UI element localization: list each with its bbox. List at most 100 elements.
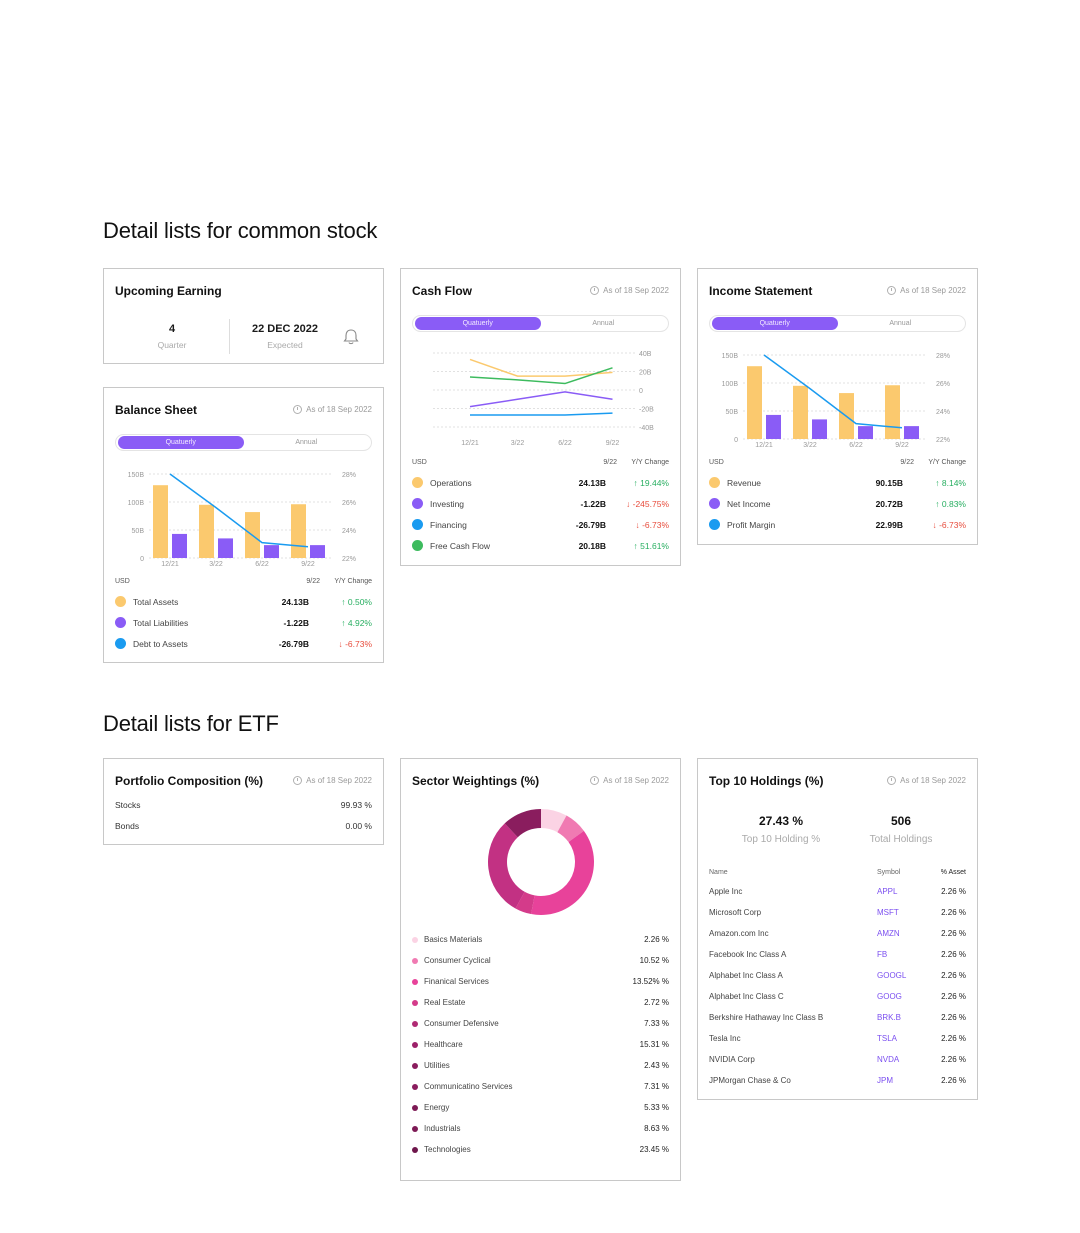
sector-value: 2.43 % [644, 1061, 669, 1070]
holding-asset: 2.26 % [941, 992, 966, 1001]
sector-label: Finanical Services [424, 977, 489, 986]
upcoming-earning-title: Upcoming Earning [115, 284, 222, 298]
section-title-etf: Detail lists for ETF [103, 711, 279, 736]
holding-row[interactable]: Microsoft Corp MSFT 2.26 % [709, 908, 966, 920]
quarter-value: 4 [168, 323, 176, 335]
metric-label: Total Assets [133, 597, 179, 607]
holding-row[interactable]: JPMorgan Chase & Co JPM 2.26 % [709, 1076, 966, 1088]
sector-value: 2.72 % [644, 998, 669, 1007]
legend-dot [412, 1126, 418, 1132]
sector-value: 15.31 % [639, 1040, 669, 1049]
holding-name: NVIDIA Corp [709, 1055, 755, 1064]
metric-row: Net Income 20.72B ↑ 0.83% [709, 497, 966, 511]
metric-change: ↑ 19.44% [633, 478, 669, 488]
holding-symbol[interactable]: GOOG [877, 992, 902, 1001]
expected-value: 22 DEC 2022 [251, 323, 319, 335]
metric-row: Debt to Assets -26.79B ↓ -6.73% [115, 637, 372, 651]
sector-value: 13.52% % [632, 977, 669, 986]
metric-label: Financing [430, 520, 467, 530]
holding-asset: 2.26 % [941, 929, 966, 938]
metric-row: Total Liabilities -1.22B ↑ 4.92% [115, 616, 372, 630]
holding-row[interactable]: Facebook Inc Class A FB 2.26 % [709, 950, 966, 962]
metric-label: Total Liabilities [133, 618, 189, 628]
composition-label: Bonds [115, 821, 140, 831]
top-holdings-card: Top 10 Holdings (%) As of 18 Sep 2022 27… [697, 758, 978, 1100]
holding-symbol[interactable]: NVDA [877, 1055, 899, 1064]
metric-value: -1.22B [283, 618, 309, 628]
divider [229, 319, 230, 354]
bell-icon[interactable] [343, 328, 359, 346]
legend-dot [709, 519, 720, 530]
sector-value: 8.63 % [644, 1124, 669, 1133]
holding-row[interactable]: Amazon.com Inc AMZN 2.26 % [709, 929, 966, 941]
metric-label: Profit Margin [727, 520, 776, 530]
sector-label: Industrials [424, 1124, 461, 1133]
legend-dot [412, 1105, 418, 1111]
sector-row: Energy 5.33 % [412, 1103, 669, 1115]
sector-value: 5.33 % [644, 1103, 669, 1112]
holding-row[interactable]: Apple Inc APPL 2.26 % [709, 887, 966, 899]
holding-name: Tesla Inc [709, 1034, 741, 1043]
sector-value: 2.26 % [644, 935, 669, 944]
income-statement-card: Income Statement As of 18 Sep 2022 Quatu… [697, 268, 978, 545]
holding-row[interactable]: Alphabet Inc Class A GOOGL 2.26 % [709, 971, 966, 983]
sector-row: Consumer Defensive 7.33 % [412, 1019, 669, 1031]
holding-row[interactable]: NVIDIA Corp NVDA 2.26 % [709, 1055, 966, 1067]
metric-change: ↑ 0.50% [341, 597, 372, 607]
sector-row: Industrials 8.63 % [412, 1124, 669, 1136]
metric-value: -1.22B [580, 499, 606, 509]
metric-label: Free Cash Flow [430, 541, 490, 551]
metric-row: Total Assets 24.13B ↑ 0.50% [115, 595, 372, 609]
holding-symbol[interactable]: APPL [877, 887, 897, 896]
sector-row: Basics Materials 2.26 % [412, 935, 669, 947]
metric-row: Investing -1.22B ↓ -245.75% [412, 497, 669, 511]
holding-row[interactable]: Tesla Inc TSLA 2.26 % [709, 1034, 966, 1046]
holding-name: Alphabet Inc Class C [709, 992, 784, 1001]
holding-row[interactable]: Alphabet Inc Class C GOOG 2.26 % [709, 992, 966, 1004]
metric-value: 22.99B [875, 520, 903, 530]
holding-symbol[interactable]: MSFT [877, 908, 899, 917]
legend-dot [709, 477, 720, 488]
holding-symbol[interactable]: BRK.B [877, 1013, 901, 1022]
holding-asset: 2.26 % [941, 971, 966, 980]
sector-value: 23.45 % [639, 1145, 669, 1154]
legend-dot [412, 979, 418, 985]
sector-row: Healthcare 15.31 % [412, 1040, 669, 1052]
sector-row: Real Estate 2.72 % [412, 998, 669, 1010]
composition-value: 0.00 % [345, 821, 372, 831]
sector-row: Consumer Cyclical 10.52 % [412, 956, 669, 968]
legend-dot [115, 638, 126, 649]
holding-asset: 2.26 % [941, 1055, 966, 1064]
metric-change: ↑ 8.14% [935, 478, 966, 488]
sector-row: Communicatino Services 7.31 % [412, 1082, 669, 1094]
metric-label: Revenue [727, 478, 762, 488]
legend-dot [412, 519, 423, 530]
holding-symbol[interactable]: AMZN [877, 929, 900, 938]
metric-change: ↑ 51.61% [633, 541, 669, 551]
legend-dot [115, 596, 126, 607]
metric-value: -26.79B [575, 520, 606, 530]
holding-symbol[interactable]: JPM [877, 1076, 893, 1085]
legend-dot [412, 498, 423, 509]
legend-dot [412, 477, 423, 488]
legend-dot [412, 958, 418, 964]
composition-row: Stocks 99.93 % [115, 800, 372, 810]
holding-asset: 2.26 % [941, 1013, 966, 1022]
holding-symbol[interactable]: FB [877, 950, 887, 959]
holding-name: JPMorgan Chase & Co [709, 1076, 791, 1085]
legend-dot [412, 1084, 418, 1090]
legend-dot [412, 937, 418, 943]
metric-value: 20.72B [875, 499, 903, 509]
sector-label: Communicatino Services [424, 1082, 513, 1091]
sector-label: Basics Materials [424, 935, 483, 944]
holding-asset: 2.26 % [941, 908, 966, 917]
holding-symbol[interactable]: GOOGL [877, 971, 906, 980]
metric-change: ↑ 0.83% [935, 499, 966, 509]
holding-symbol[interactable]: TSLA [877, 1034, 897, 1043]
sector-value: 10.52 % [639, 956, 669, 965]
metric-value: 20.18B [578, 541, 606, 551]
holding-name: Alphabet Inc Class A [709, 971, 783, 980]
holding-name: Apple Inc [709, 887, 743, 896]
section-title-stock: Detail lists for common stock [103, 218, 378, 243]
holding-row[interactable]: Berkshire Hathaway Inc Class B BRK.B 2.26 … [709, 1013, 966, 1025]
